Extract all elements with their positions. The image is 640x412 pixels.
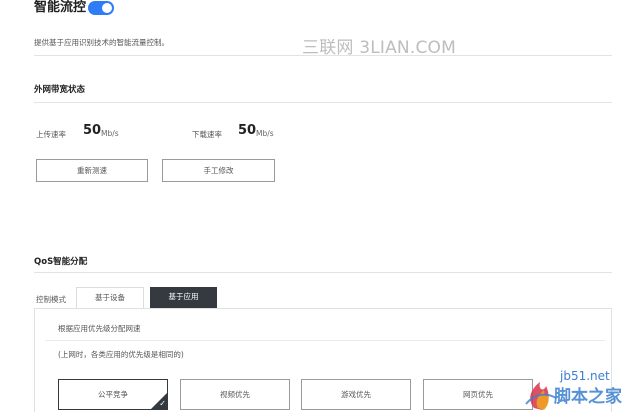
manual-edit-button[interactable]: 手工修改 [162,159,275,182]
download-value: 50 [238,123,257,138]
page-description: 提供基于应用识别技术的智能流量控制。 [34,38,169,47]
bandwidth-section-title: 外网带宽状态 [34,85,86,95]
download-unit: Mb/s [256,129,274,138]
option-game-priority[interactable]: 游戏优先 [301,379,411,410]
qos-hint: 根据应用优先级分配网速 [58,324,141,333]
tab-by-application[interactable]: 基于应用 [150,287,217,308]
option-label: 网页优先 [463,390,493,399]
divider [34,102,612,103]
upload-unit: Mb/s [101,129,119,138]
toggle-knob [102,3,112,13]
divider [45,340,605,341]
retest-speed-button[interactable]: 重新测速 [36,159,148,182]
page-title: 智能流控 [34,0,87,15]
option-label: 游戏优先 [341,390,371,399]
qos-section-title: QoS智能分配 [34,257,88,267]
control-mode-label: 控制模式 [36,295,66,304]
qos-note: (上网时，各类应用的优先级是相同的) [58,350,184,359]
jb51-logo-watermark: jb51.net 脚本之家 [525,369,622,410]
tab-by-device[interactable]: 基于设备 [76,287,144,308]
divider [34,272,612,273]
download-label: 下载速率 [192,130,222,139]
check-icon: ✓ [159,399,166,408]
option-label: 视频优先 [220,390,250,399]
option-video-priority[interactable]: 视频优先 [180,379,290,410]
logo-text-domain: jb51.net [559,369,610,383]
option-label: 公平竞争 [98,390,128,399]
option-fair-compete[interactable]: 公平竞争 ✓ [58,379,168,410]
upload-label: 上传速率 [36,130,66,139]
logo-text-name: 脚本之家 [554,386,622,407]
option-web-priority[interactable]: 网页优先 [423,379,533,410]
smart-flow-toggle[interactable] [88,1,114,15]
upload-value: 50 [83,123,102,138]
divider [34,55,612,56]
flame-icon [525,382,557,410]
